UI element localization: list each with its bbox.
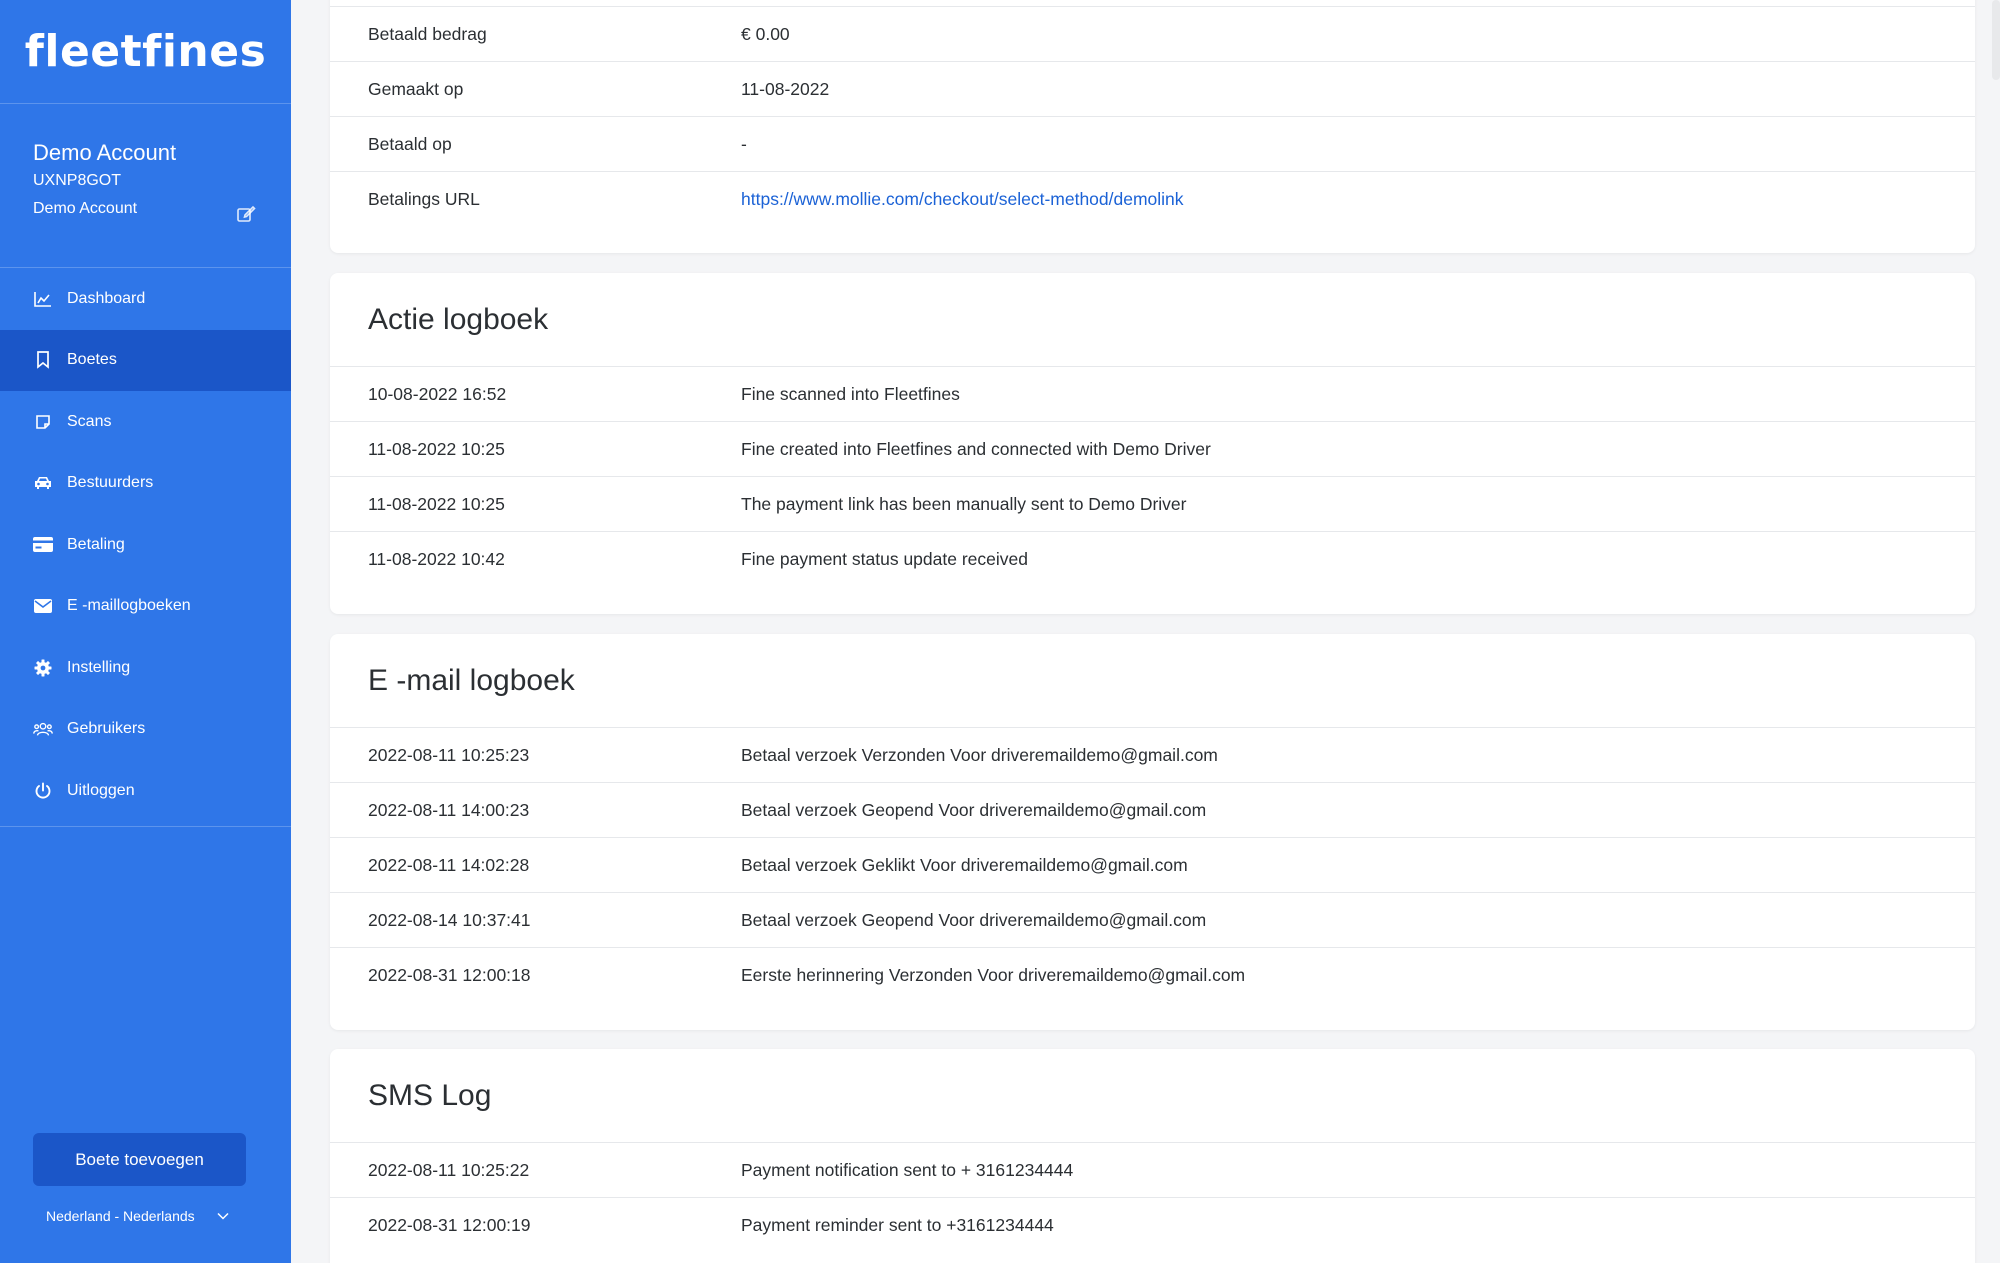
sms-log-card: SMS Log 2022-08-11 10:25:22 Payment noti… <box>330 1049 1975 1263</box>
chart-icon <box>33 289 53 309</box>
log-time: 11-08-2022 10:25 <box>368 493 505 514</box>
log-text: Fine scanned into Fleetfines <box>741 383 960 404</box>
account-name: Demo Account <box>33 140 177 165</box>
table-row: 2022-08-11 14:02:28 Betaal verzoek Gekli… <box>330 838 1975 893</box>
sidebar: fleetfines Demo Account UXNP8GOT Demo Ac… <box>0 0 291 1263</box>
language-select[interactable]: Nederland - Nederlands <box>46 1204 246 1228</box>
table-row: 2022-08-11 10:25:23 Betaal verzoek Verzo… <box>330 728 1975 783</box>
log-time: 2022-08-11 14:02:28 <box>368 854 530 875</box>
account-code: UXNP8GOT <box>33 172 122 189</box>
sidebar-item-dashboard[interactable]: Dashboard <box>0 268 291 330</box>
detail-row: Betalings URL https://www.mollie.com/che… <box>330 172 1975 227</box>
log-time: 2022-08-31 12:00:18 <box>368 965 531 985</box>
detail-value: - <box>741 133 747 154</box>
detail-row: Gemaakt op 11-08-2022 <box>330 62 1975 117</box>
action-log-card: Actie logboek 10-08-2022 16:52 Fine scan… <box>330 273 1975 614</box>
sidebar-item-label: E -maillogboeken <box>67 597 191 615</box>
logo-text: fleetfines <box>24 26 267 77</box>
detail-label: Betaald bedrag <box>368 23 487 44</box>
log-text: Betaal verzoek Geopend Voor driveremaild… <box>741 799 1207 820</box>
payment-details-card: Betaald bedrag € 0.00 Gemaakt op 11-08-2… <box>330 0 1975 253</box>
payment-url-link[interactable]: https://www.mollie.com/checkout/select-m… <box>741 189 1184 209</box>
detail-value: 11-08-2022 <box>741 78 830 99</box>
table-row: 10-08-2022 16:52 Fine scanned into Fleet… <box>330 367 1975 422</box>
detail-label: Betalings URL <box>368 189 480 209</box>
sidebar-item-bestuurders[interactable]: Bestuurders <box>0 453 291 515</box>
sidebar-item-label: Uitloggen <box>67 781 135 799</box>
log-text: Eerste herinnering Verzonden Voor driver… <box>741 965 1246 985</box>
envelope-icon <box>33 596 53 616</box>
table-row: 2022-08-31 12:00:19 Payment reminder sen… <box>330 1198 1975 1253</box>
sidebar-nav: Dashboard Boetes Scans Bestuurders Betal… <box>0 268 291 827</box>
log-time: 10-08-2022 16:52 <box>368 383 507 404</box>
log-text: Betaal verzoek Verzonden Voor driveremai… <box>741 744 1218 765</box>
table-row: 11-08-2022 10:25 Fine created into Fleet… <box>330 422 1975 477</box>
account-panel: Demo Account UXNP8GOT Demo Account <box>0 104 291 268</box>
log-time: 2022-08-11 14:00:23 <box>368 799 530 820</box>
log-text: Betaal verzoek Geopend Voor driveremaild… <box>741 909 1207 930</box>
edit-icon[interactable] <box>236 204 256 229</box>
log-text: Fine payment status update received <box>741 549 1028 569</box>
log-time: 11-08-2022 10:42 <box>368 549 505 569</box>
bookmark-icon <box>33 350 53 370</box>
users-icon <box>33 719 53 739</box>
table-row: 11-08-2022 10:42 Fine payment status upd… <box>330 532 1975 587</box>
main-content: Betaald bedrag € 0.00 Gemaakt op 11-08-2… <box>291 0 2000 1263</box>
credit-card-icon <box>33 535 53 555</box>
power-icon <box>33 781 53 801</box>
scan-icon <box>33 412 53 432</box>
sidebar-item-uitloggen[interactable]: Uitloggen <box>0 760 291 822</box>
sidebar-item-emaillogs[interactable]: E -maillogboeken <box>0 576 291 638</box>
log-time: 2022-08-11 10:25:22 <box>368 1159 530 1180</box>
detail-row: Betaald bedrag € 0.00 <box>330 7 1975 62</box>
sidebar-item-label: Gebruikers <box>67 720 146 738</box>
table-row: 2022-08-31 12:00:18 Eerste herinnering V… <box>330 948 1975 1003</box>
sidebar-item-label: Instelling <box>67 658 131 676</box>
sidebar-item-label: Boetes <box>67 351 117 369</box>
car-icon <box>33 473 53 493</box>
table-row: 2022-08-11 14:00:23 Betaal verzoek Geope… <box>330 783 1975 838</box>
log-time: 2022-08-11 10:25:23 <box>368 744 530 765</box>
detail-row: Betaald op - <box>330 117 1975 172</box>
log-text: Payment reminder sent to +3161234444 <box>741 1215 1054 1235</box>
action-log-title: Actie logboek <box>330 273 1975 367</box>
log-time: 11-08-2022 10:25 <box>368 438 505 459</box>
sidebar-item-label: Dashboard <box>67 289 146 307</box>
language-label: Nederland - Nederlands <box>46 1208 195 1224</box>
sidebar-item-scans[interactable]: Scans <box>0 391 291 453</box>
table-row: 2022-08-11 10:25:22 Payment notification… <box>330 1143 1975 1198</box>
detail-label: Betaald op <box>368 133 452 154</box>
email-log-title: E -mail logboek <box>330 634 1975 728</box>
sidebar-item-label: Scans <box>67 412 112 430</box>
sms-log-title: SMS Log <box>330 1049 1975 1143</box>
log-time: 2022-08-14 10:37:41 <box>368 909 531 930</box>
email-log-card: E -mail logboek 2022-08-11 10:25:23 Beta… <box>330 634 1975 1030</box>
log-text: Fine created into Fleetfines and connect… <box>741 438 1211 459</box>
sidebar-item-instelling[interactable]: Instelling <box>0 637 291 699</box>
logo[interactable]: fleetfines <box>0 0 291 104</box>
nav-divider <box>0 825 291 827</box>
sidebar-item-betaling[interactable]: Betaling <box>0 514 291 576</box>
log-text: Payment notification sent to + 316123444… <box>741 1159 1074 1180</box>
sidebar-item-label: Betaling <box>67 535 125 553</box>
log-time: 2022-08-31 12:00:19 <box>368 1215 531 1235</box>
log-text: The payment link has been manually sent … <box>741 493 1187 514</box>
chevron-down-icon <box>217 1212 229 1220</box>
table-row: 11-08-2022 10:25 The payment link has be… <box>330 477 1975 532</box>
add-fine-button[interactable]: Boete toevoegen <box>33 1133 246 1186</box>
sidebar-item-gebruikers[interactable]: Gebruikers <box>0 699 291 761</box>
gear-icon <box>33 658 53 678</box>
sidebar-item-boetes[interactable]: Boetes <box>0 329 291 391</box>
detail-label: Gemaakt op <box>368 78 464 99</box>
sidebar-item-label: Bestuurders <box>67 474 154 492</box>
table-row: 2022-08-14 10:37:41 Betaal verzoek Geope… <box>330 893 1975 948</box>
scrollbar[interactable] <box>1992 0 2000 80</box>
detail-value: € 0.00 <box>741 23 790 44</box>
log-text: Betaal verzoek Geklikt Voor driveremaild… <box>741 854 1188 875</box>
